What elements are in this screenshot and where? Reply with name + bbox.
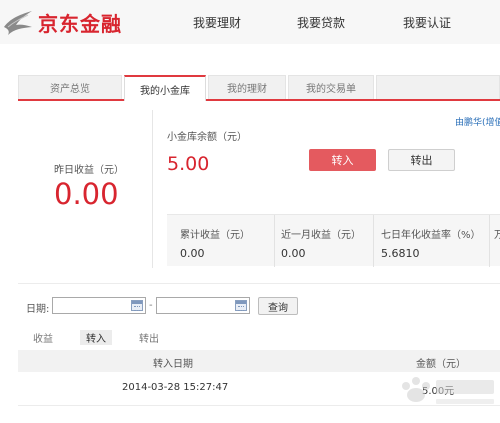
account-tabs: 资产总览 我的小金库 我的理财 我的交易单 — [18, 75, 500, 101]
nav-invest[interactable]: 我要理财 — [193, 14, 241, 31]
stat-label: 万 — [494, 226, 500, 241]
yesterday-income-value: 0.00 — [54, 177, 119, 211]
query-button[interactable]: 查询 — [258, 297, 298, 315]
date-separator: - — [149, 300, 153, 311]
calendar-icon[interactable] — [131, 300, 143, 311]
brand-name: 京东金融 — [38, 11, 122, 36]
stat-value: 0.00 — [281, 247, 306, 260]
panel-divider — [152, 110, 153, 268]
end-date-field[interactable] — [156, 297, 250, 314]
tab-transactions[interactable]: 我的交易单 — [288, 75, 374, 99]
tab-my-finance[interactable]: 我的理财 — [208, 75, 286, 99]
subtab-transfer-in[interactable]: 转入 — [80, 330, 112, 345]
stat-seven-day-yield: 七日年化收益率（%） 5.6810 — [373, 215, 488, 267]
stat-value: 0.00 — [180, 247, 205, 260]
nav-loan[interactable]: 我要贷款 — [297, 14, 345, 31]
tab-xiaojinku[interactable]: 我的小金库 — [124, 75, 206, 101]
tab-empty — [376, 75, 500, 99]
transfer-date-cell: 2014-03-28 15:27:47 — [122, 382, 229, 393]
stat-label: 近一月收益（元） — [281, 230, 361, 241]
date-label: 日期: — [26, 304, 50, 315]
stat-total-income: 累计收益（元） 0.00 — [167, 215, 271, 267]
baidu-jingyan-watermark-icon — [402, 377, 494, 404]
brand-logo[interactable]: 京东金融 — [0, 0, 122, 44]
top-bar: 京东金融 我要理财 我要贷款 我要认证 — [0, 0, 500, 44]
swallow-logo-icon — [4, 11, 32, 35]
stat-value: 5.6810 — [381, 247, 420, 260]
calendar-icon[interactable] — [235, 300, 247, 311]
yesterday-income-label: 昨日收益（元） — [54, 165, 124, 176]
stat-ten-thousand-income: 万 — [489, 215, 500, 267]
balance-value: 5.00 — [167, 153, 210, 175]
subtab-transfer-out[interactable]: 转出 — [138, 330, 160, 345]
transfer-in-button[interactable]: 转入 — [309, 149, 376, 171]
stat-month-income: 近一月收益（元） 0.00 — [274, 215, 372, 267]
transfer-out-button[interactable]: 转出 — [388, 149, 455, 171]
stat-label: 七日年化收益率（%） — [381, 230, 481, 241]
income-stats: 累计收益（元） 0.00 近一月收益（元） 0.00 七日年化收益率（%） 5.… — [167, 214, 500, 267]
subtab-income[interactable]: 收益 — [32, 330, 54, 345]
stat-label: 累计收益（元） — [180, 230, 250, 241]
section-divider — [18, 283, 500, 284]
balance-label: 小金库余额（元） — [167, 132, 247, 143]
tab-asset-overview[interactable]: 资产总览 — [18, 75, 122, 99]
column-header-date: 转入日期 — [153, 359, 193, 370]
start-date-field[interactable] — [52, 297, 146, 314]
nav-verify[interactable]: 我要认证 — [403, 14, 451, 31]
fund-provider-link[interactable]: 由鹏华(增值 — [455, 115, 500, 128]
